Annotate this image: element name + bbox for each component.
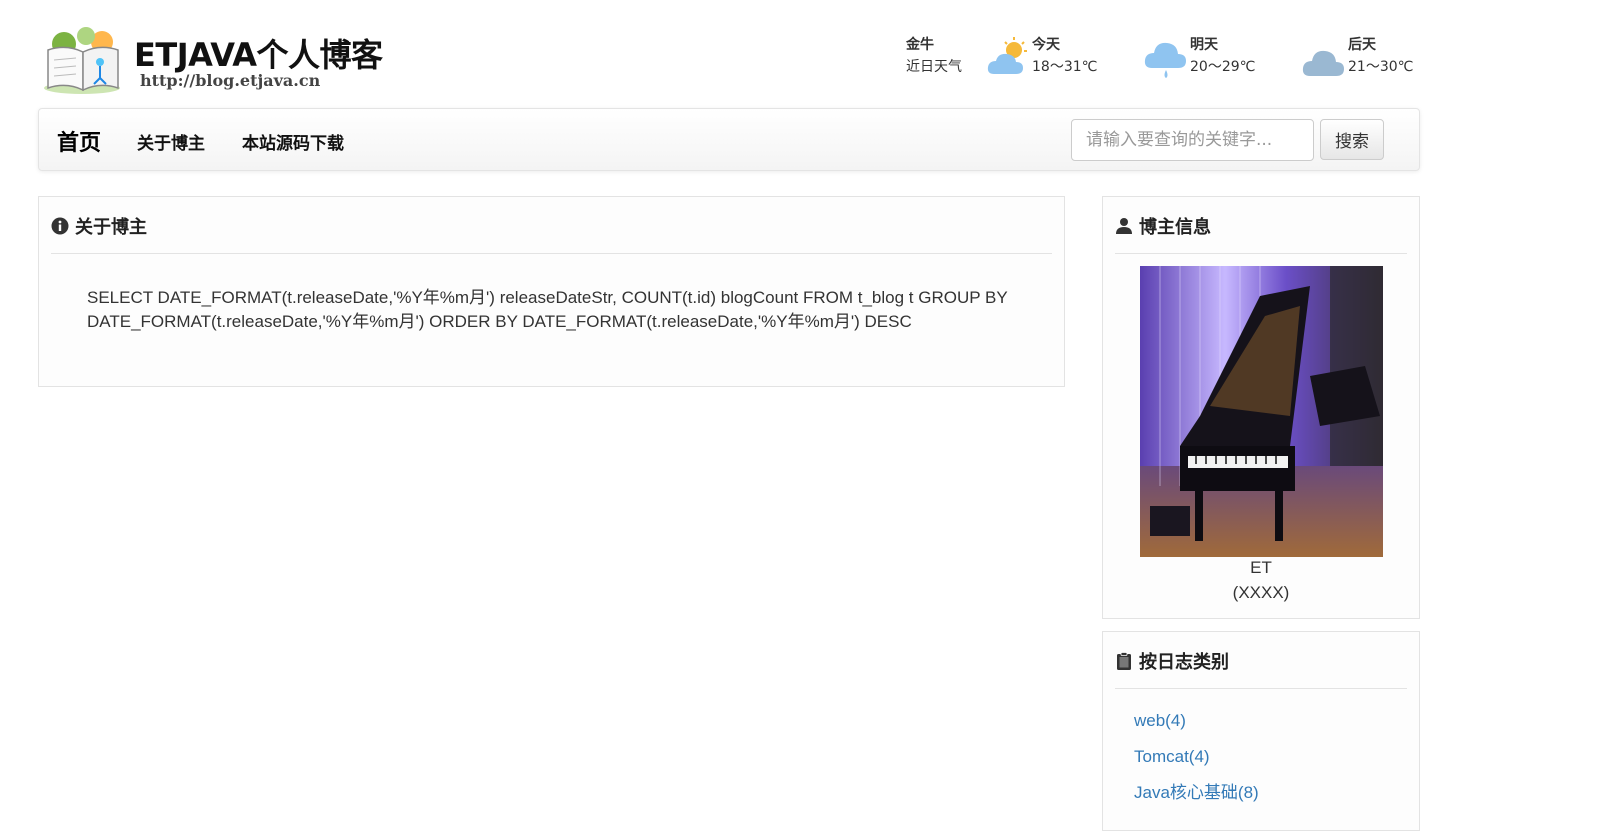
panel-title: 按日志类别 [1139, 652, 1229, 673]
weather-day-after-tomorrow: 后天 21～30℃ [1302, 34, 1420, 86]
nav-about-link[interactable]: 关于博主 [137, 129, 205, 154]
weather-temp: 18～31℃ [1032, 59, 1098, 75]
category-list: web(4) Tomcat(4) Java核心基础(8) [1103, 689, 1419, 811]
clipboard-icon [1117, 652, 1131, 670]
nav-download-link[interactable]: 本站源码下载 [242, 129, 344, 154]
panel-header: 博主信息 [1115, 197, 1407, 254]
weather-subtitle: 近日天气 [906, 59, 962, 75]
search-input[interactable] [1071, 119, 1314, 161]
about-panel: 关于博主 SELECT DATE_FORMAT(t.releaseDate,'%… [38, 196, 1065, 387]
category-link[interactable]: Tomcat(4) [1134, 747, 1210, 766]
weather-widget: 金牛 近日天气 今天 18～31℃ 明天 20～29℃ 后天 21～30℃ [906, 34, 1420, 86]
weather-day-tomorrow: 明天 20～29℃ [1144, 34, 1302, 86]
blogger-info-panel: 博主信息 ET (XXXX) [1102, 196, 1420, 619]
category-link[interactable]: web(4) [1134, 711, 1186, 730]
list-item: Java核心基础(8) [1134, 775, 1419, 811]
search-button[interactable]: 搜索 [1320, 119, 1384, 160]
site-title[interactable]: ETJAVA个人博客 [134, 30, 383, 76]
weather-location-block: 金牛 近日天气 [906, 34, 986, 86]
weather-temp: 21～30℃ [1348, 59, 1414, 75]
site-url: http://blog.etjava.cn [140, 71, 321, 90]
site-header: ETJAVA个人博客 http://blog.etjava.cn 金牛 近日天气… [38, 24, 1420, 104]
partly-sunny-icon [987, 37, 1027, 74]
user-icon [1116, 218, 1132, 234]
weather-day-label: 明天 [1190, 37, 1218, 53]
weather-city: 金牛 [906, 37, 934, 53]
weather-day-label: 后天 [1348, 37, 1376, 53]
main-navbar: 首页 关于博主 本站源码下载 搜索 [38, 108, 1420, 171]
panel-title: 关于博主 [75, 217, 147, 238]
rain-icon [1144, 42, 1186, 78]
category-link[interactable]: Java核心基础(8) [1134, 783, 1259, 802]
info-icon [51, 217, 69, 235]
nav-home-link[interactable]: 首页 [57, 125, 101, 157]
panel-title: 博主信息 [1139, 217, 1211, 238]
panel-header: 关于博主 [51, 197, 1052, 254]
blogger-avatar [1140, 266, 1383, 557]
list-item: Tomcat(4) [1134, 739, 1419, 775]
weather-day-today: 今天 18～31℃ [986, 34, 1144, 86]
blogger-name: ET [1250, 558, 1272, 577]
blogger-sign: (XXXX) [1232, 583, 1290, 602]
category-panel: 按日志类别 web(4) Tomcat(4) Java核心基础(8) [1102, 631, 1420, 831]
book-logo-icon[interactable] [42, 26, 124, 96]
weather-temp: 20～29℃ [1190, 59, 1256, 75]
list-item: web(4) [1134, 703, 1419, 739]
about-content: SELECT DATE_FORMAT(t.releaseDate,'%Y年%m月… [87, 288, 1008, 331]
weather-day-label: 今天 [1032, 37, 1060, 53]
panel-header: 按日志类别 [1115, 632, 1407, 689]
cloudy-icon [1302, 50, 1344, 76]
